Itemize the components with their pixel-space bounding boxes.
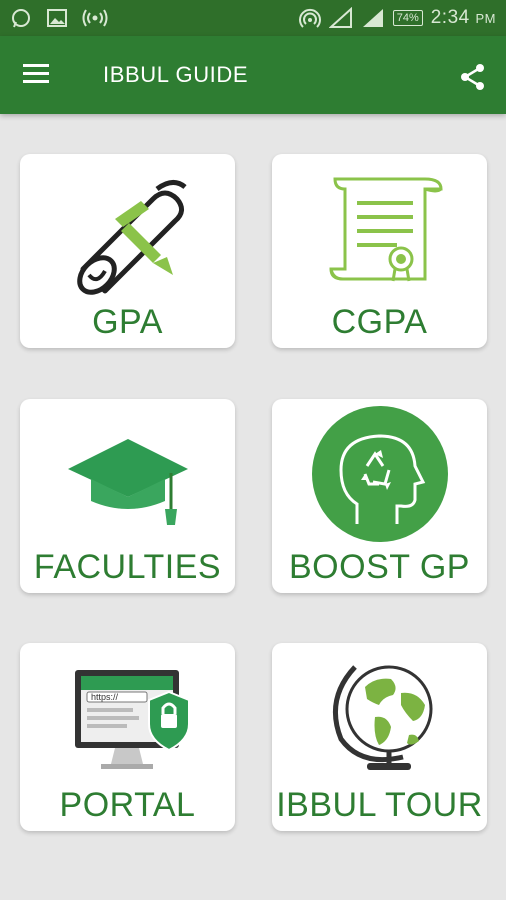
card-art	[272, 154, 487, 304]
card-label: PORTAL	[59, 786, 196, 824]
card-label: GPA	[92, 303, 163, 341]
app-title: IBBUL GUIDE	[103, 62, 249, 87]
menu-button[interactable]	[22, 62, 54, 90]
clock: 2:34 PM	[431, 7, 496, 29]
card-label: IBBUL TOUR	[276, 786, 483, 824]
card-label: CGPA	[331, 303, 428, 341]
globe-icon	[332, 665, 432, 770]
signal-icon	[328, 7, 352, 28]
image-icon	[47, 9, 67, 27]
battery-indicator: 74%	[392, 10, 423, 26]
card-label: FACULTIES	[33, 548, 222, 586]
wireless-icon	[82, 9, 108, 27]
card-art	[20, 154, 235, 304]
card-gpa[interactable]: GPA	[20, 154, 235, 348]
card-ibbul-tour[interactable]: IBBUL TOUR	[272, 643, 487, 831]
card-art: https://	[20, 643, 235, 793]
portal-url-text: https://	[91, 692, 119, 702]
card-portal[interactable]: https:// PORTAL	[20, 643, 235, 831]
hamburger-menu-icon	[23, 64, 49, 83]
whatsapp-icon	[12, 9, 30, 28]
share-icon	[461, 64, 484, 90]
graduation-cap-icon	[67, 439, 188, 525]
secure-portal-icon: https://	[74, 670, 190, 769]
clock-time: 2:34	[430, 7, 470, 28]
system-indicators: 74% 2:34 PM	[298, 7, 496, 29]
brain-recycle-icon	[311, 406, 448, 542]
data-signal-icon	[362, 9, 383, 27]
hotspot-icon	[298, 8, 321, 28]
card-boost-gp[interactable]: BOOST GP	[272, 399, 487, 593]
clock-suffix: PM	[475, 11, 496, 26]
card-art	[272, 399, 487, 549]
card-faculties[interactable]: FACULTIES	[20, 399, 235, 593]
status-bar: 74% 2:34 PM	[0, 0, 506, 36]
share-button[interactable]	[458, 62, 488, 92]
app-toolbar: IBBUL GUIDE	[0, 36, 506, 114]
card-cgpa[interactable]: CGPA	[272, 154, 487, 348]
card-art	[272, 643, 487, 793]
card-art	[20, 399, 235, 549]
card-label: BOOST GP	[289, 548, 470, 586]
diploma-scroll-icon	[76, 180, 187, 295]
notification-icons	[10, 7, 108, 29]
certificate-icon	[328, 177, 443, 282]
